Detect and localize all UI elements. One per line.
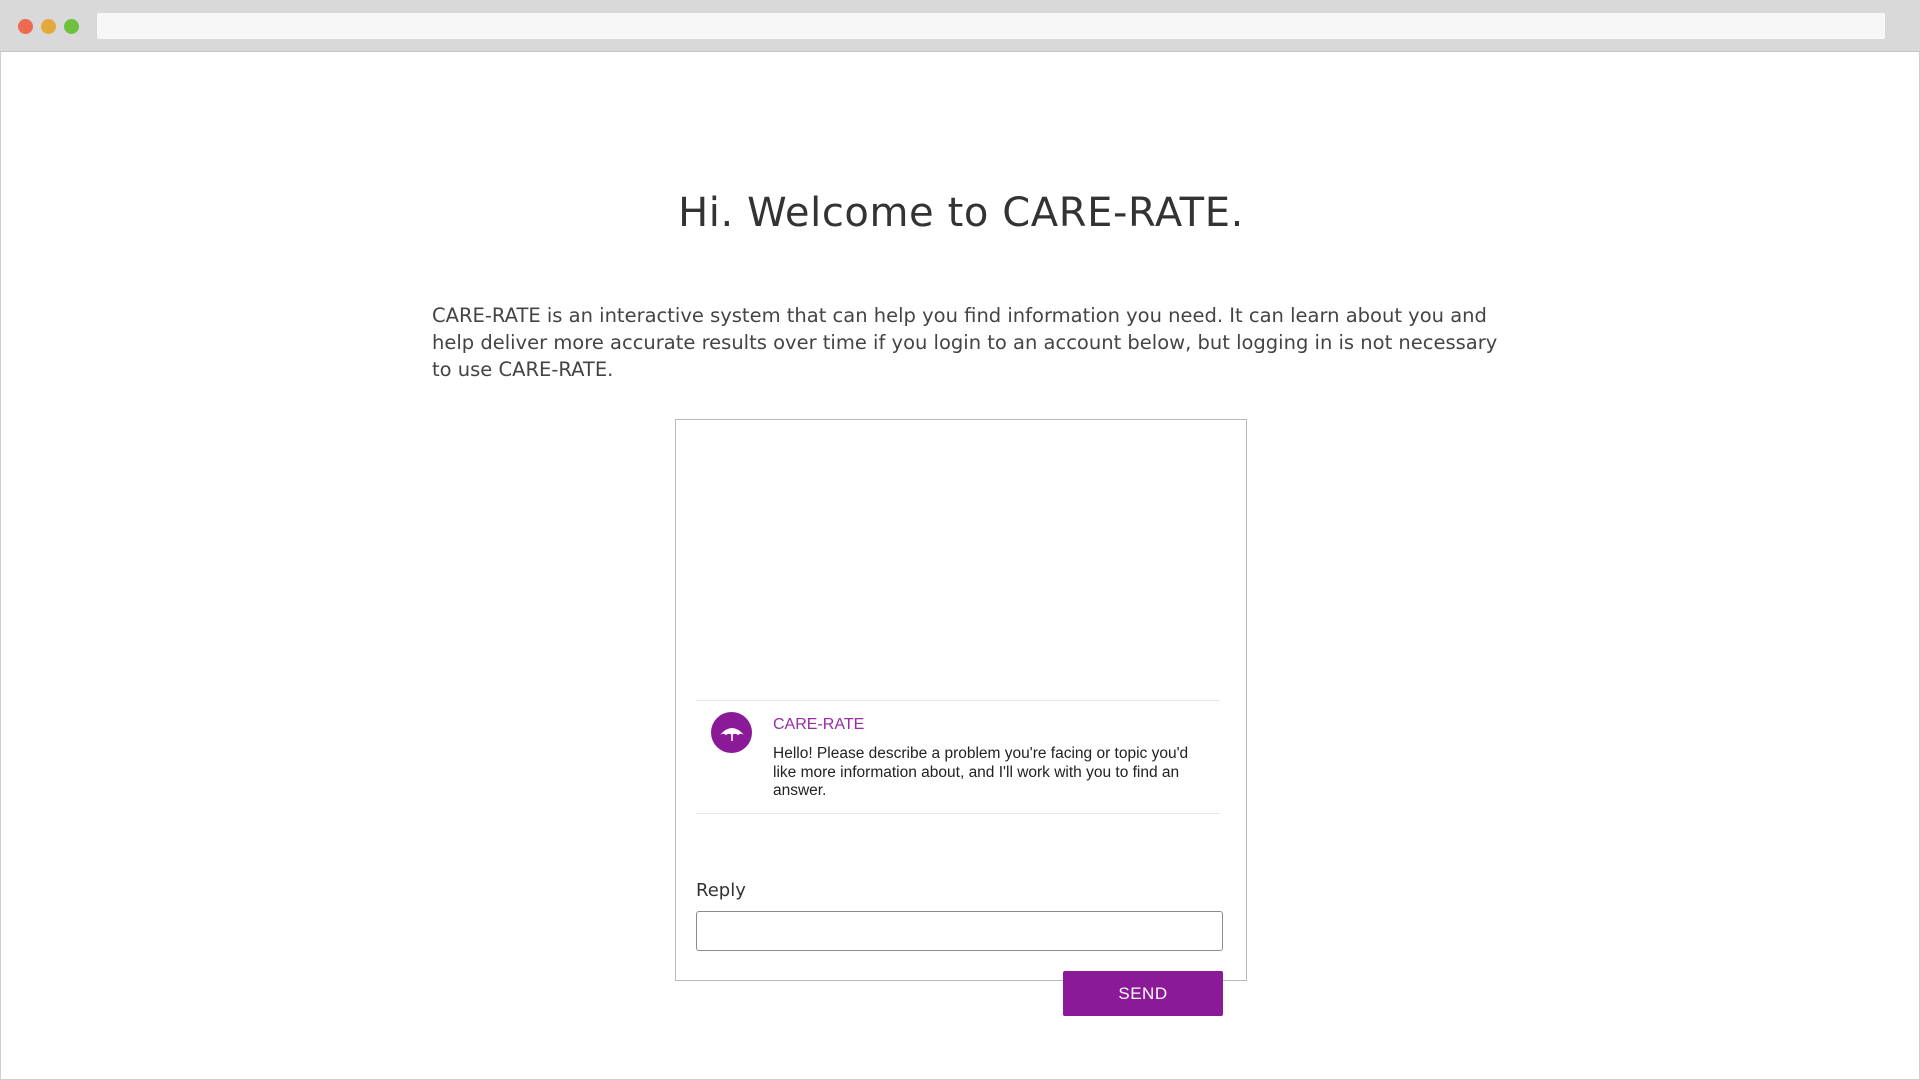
chat-panel: CARE-RATE Hello! Please describe a probl… — [675, 419, 1247, 1016]
umbrella-icon — [719, 727, 744, 741]
window-minimize-button[interactable] — [41, 19, 56, 34]
page-title: Hi. Welcome to CARE-RATE. — [678, 190, 1244, 236]
reply-input[interactable] — [696, 911, 1223, 951]
page-viewport: Hi. Welcome to CARE-RATE. CARE-RATE is a… — [0, 52, 1920, 1080]
window-maximize-button[interactable] — [64, 19, 79, 34]
message-sender: CARE-RATE — [773, 716, 865, 733]
browser-toolbar — [0, 0, 1920, 52]
bot-avatar — [711, 712, 752, 753]
message-text: Hello! Please describe a problem you're … — [773, 745, 1189, 799]
send-button[interactable]: SEND — [1063, 971, 1223, 1016]
reply-label: Reply — [696, 880, 746, 901]
window-close-button[interactable] — [18, 19, 33, 34]
address-bar[interactable] — [97, 13, 1885, 39]
chat-message: CARE-RATE Hello! Please describe a probl… — [696, 700, 1220, 814]
intro-paragraph: CARE-RATE is an interactive system that … — [432, 304, 1498, 381]
